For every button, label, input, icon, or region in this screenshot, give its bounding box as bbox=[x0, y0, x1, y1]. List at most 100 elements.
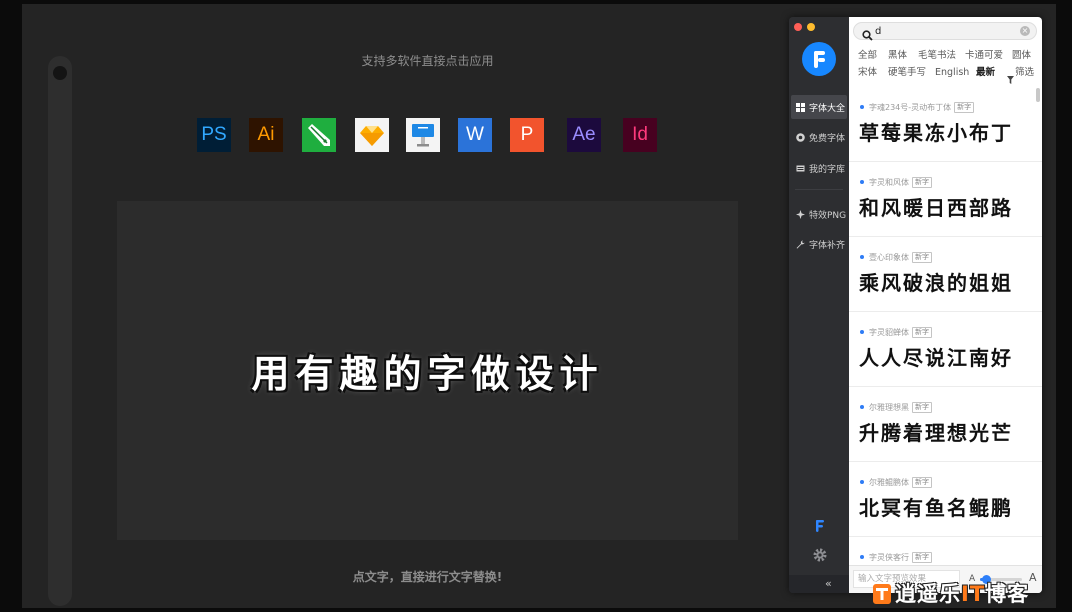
font-meta: 字灵和风体 新字 bbox=[860, 176, 932, 188]
new-dot bbox=[860, 180, 864, 184]
filter-heiti[interactable]: 黑体 bbox=[888, 50, 907, 62]
font-name: 尔雅鲲鹏体 bbox=[869, 477, 909, 487]
app-label: P bbox=[520, 124, 534, 145]
font-meta: 字灵貂蝉体 新字 bbox=[860, 326, 932, 338]
filter-all[interactable]: 全部 bbox=[858, 50, 877, 62]
after-effects-icon[interactable]: Ae bbox=[567, 118, 601, 152]
filter-rounded[interactable]: 圆体 bbox=[1012, 50, 1031, 62]
font-list-item[interactable]: 壹心印象体 新字 乘风破浪的姐姐 bbox=[849, 237, 1042, 312]
font-preview[interactable]: 草莓果冻小布丁 bbox=[859, 121, 1013, 145]
filter-handwriting[interactable]: 硬笔手写 bbox=[888, 67, 926, 79]
window-close-button[interactable] bbox=[794, 23, 802, 31]
filter-songti[interactable]: 宋体 bbox=[858, 67, 877, 79]
watermark-logo-icon bbox=[873, 584, 891, 604]
sidebar-item-free-fonts[interactable]: 免费字体 bbox=[791, 125, 847, 149]
app-label: PS bbox=[201, 124, 227, 145]
new-dot bbox=[860, 555, 864, 559]
app-label: Id bbox=[632, 124, 648, 145]
scroll-handle[interactable] bbox=[53, 66, 67, 80]
sparkle-icon bbox=[796, 209, 805, 219]
illustrator-icon[interactable]: Ai bbox=[249, 118, 283, 152]
pen-tool-app-icon[interactable] bbox=[302, 118, 336, 152]
font-name: 壹心印象体 bbox=[869, 252, 909, 262]
filter-brush-calligraphy[interactable]: 毛笔书法 bbox=[918, 50, 956, 62]
font-meta: 壹心印象体 新字 bbox=[860, 251, 932, 263]
new-badge: 新字 bbox=[912, 251, 932, 263]
sidebar-item-all-fonts[interactable]: 字体大全 bbox=[791, 95, 847, 119]
gear-icon[interactable] bbox=[812, 547, 828, 563]
window-minimize-button[interactable] bbox=[807, 23, 815, 31]
font-preview[interactable]: 人人尽说江南好 bbox=[859, 346, 1013, 370]
search-box[interactable]: × bbox=[853, 22, 1037, 41]
font-meta: 尔雅理想黑 新字 bbox=[860, 401, 932, 413]
sidebar-divider bbox=[795, 189, 843, 190]
font-meta: 字灵侠客行 新字 bbox=[860, 551, 932, 563]
sidebar-item-label: 字体补齐 bbox=[809, 240, 846, 251]
font-name: 字灵和风体 bbox=[869, 177, 909, 187]
vertical-scroll-track[interactable] bbox=[48, 56, 72, 606]
sidebar-item-my-library[interactable]: 我的字库 bbox=[791, 156, 847, 180]
sidebar-item-label: 字体大全 bbox=[809, 103, 846, 114]
coin-icon bbox=[796, 132, 805, 142]
photoshop-icon[interactable]: PS bbox=[197, 118, 231, 152]
font-list-item[interactable]: 字灵貂蝉体 新字 人人尽说江南好 bbox=[849, 312, 1042, 387]
font-app-mini-logo-icon[interactable] bbox=[812, 518, 828, 534]
new-dot bbox=[860, 480, 864, 484]
sidebar-item-label: 免费字体 bbox=[809, 133, 846, 144]
app-label: Ai bbox=[257, 124, 275, 145]
font-list-panel: × 全部 黑体 毛笔书法 卡通可爱 圆体 宋体 硬笔手写 English 最新 … bbox=[849, 17, 1042, 593]
watermark-text-part: 博客 bbox=[985, 582, 1030, 606]
font-meta: 尔雅鲲鹏体 新字 bbox=[860, 476, 932, 488]
search-input[interactable] bbox=[875, 24, 1015, 38]
filter-cartoon-cute[interactable]: 卡通可爱 bbox=[965, 50, 1003, 62]
font-list-item[interactable]: 尔雅鲲鹏体 新字 北冥有鱼名鲲鹏 bbox=[849, 462, 1042, 537]
font-name: 字灵侠客行 bbox=[869, 552, 909, 562]
filter-screen-button[interactable]: 筛选 bbox=[1015, 67, 1034, 79]
filter-english[interactable]: English bbox=[935, 67, 969, 79]
font-list-item[interactable]: 字灵和风体 新字 和风暖日西部路 bbox=[849, 162, 1042, 237]
new-dot bbox=[860, 330, 864, 334]
clear-icon[interactable]: × bbox=[1020, 26, 1030, 36]
new-badge: 新字 bbox=[912, 176, 932, 188]
watermark-text: 逍遥乐IT博客 bbox=[895, 581, 1029, 607]
collapse-sidebar-button[interactable]: « bbox=[825, 576, 832, 592]
watermark-text-part: IT bbox=[961, 582, 986, 606]
canvas-headline-text[interactable]: 用有趣的字做设计 bbox=[251, 343, 603, 398]
new-dot bbox=[860, 405, 864, 409]
app-label: W bbox=[466, 124, 484, 145]
font-name: 字灵貂蝉体 bbox=[869, 327, 909, 337]
filter-newest[interactable]: 最新 bbox=[976, 67, 995, 79]
new-dot bbox=[860, 255, 864, 259]
replace-text-caption: 点文字，直接进行文字替换! bbox=[352, 570, 503, 584]
font-name: 字魂234号-灵动布丁体 bbox=[869, 102, 952, 112]
wrench-icon bbox=[796, 240, 805, 249]
font-preview[interactable]: 北冥有鱼名鲲鹏 bbox=[859, 496, 1013, 520]
sidebar-footer: « bbox=[789, 575, 849, 593]
word-icon[interactable]: W bbox=[458, 118, 492, 152]
sidebar-item-label: 特效PNG bbox=[809, 210, 847, 221]
font-preview[interactable]: 和风暖日西部路 bbox=[859, 196, 1013, 220]
new-dot bbox=[860, 105, 864, 109]
sidebar-item-font-completion[interactable]: 字体补齐 bbox=[791, 232, 847, 256]
sidebar: 字体大全 免费字体 我的字库 特效PNG 字体补齐 « bbox=[789, 17, 849, 593]
watermark: 逍遥乐IT博客 bbox=[873, 580, 1063, 608]
supported-apps-caption: 支持多软件直接点击应用 bbox=[361, 54, 494, 68]
font-list-item[interactable]: 字灵侠客行 新字 bbox=[849, 537, 1042, 565]
font-list-item[interactable]: 尔雅理想黑 新字 升腾着理想光芒 bbox=[849, 387, 1042, 462]
new-badge: 新字 bbox=[912, 551, 932, 563]
list-scrollbar-thumb[interactable] bbox=[1036, 88, 1040, 102]
new-badge: 新字 bbox=[954, 101, 975, 113]
funnel-icon[interactable] bbox=[1007, 69, 1014, 84]
sidebar-item-effect-png[interactable]: 特效PNG bbox=[791, 202, 847, 226]
powerpoint-icon[interactable]: P bbox=[510, 118, 544, 152]
font-name: 尔雅理想黑 bbox=[869, 402, 909, 412]
indesign-icon[interactable]: Id bbox=[623, 118, 657, 152]
font-list-item[interactable]: 字魂234号-灵动布丁体 新字 草莓果冻小布丁 bbox=[849, 87, 1042, 162]
search-icon bbox=[862, 26, 873, 41]
watermark-text-part: 逍遥乐 bbox=[895, 582, 961, 606]
font-preview[interactable]: 升腾着理想光芒 bbox=[859, 421, 1013, 445]
sketch-icon[interactable] bbox=[355, 118, 389, 152]
new-badge: 新字 bbox=[912, 326, 932, 338]
keynote-icon[interactable] bbox=[406, 118, 440, 152]
font-preview[interactable]: 乘风破浪的姐姐 bbox=[859, 271, 1013, 295]
